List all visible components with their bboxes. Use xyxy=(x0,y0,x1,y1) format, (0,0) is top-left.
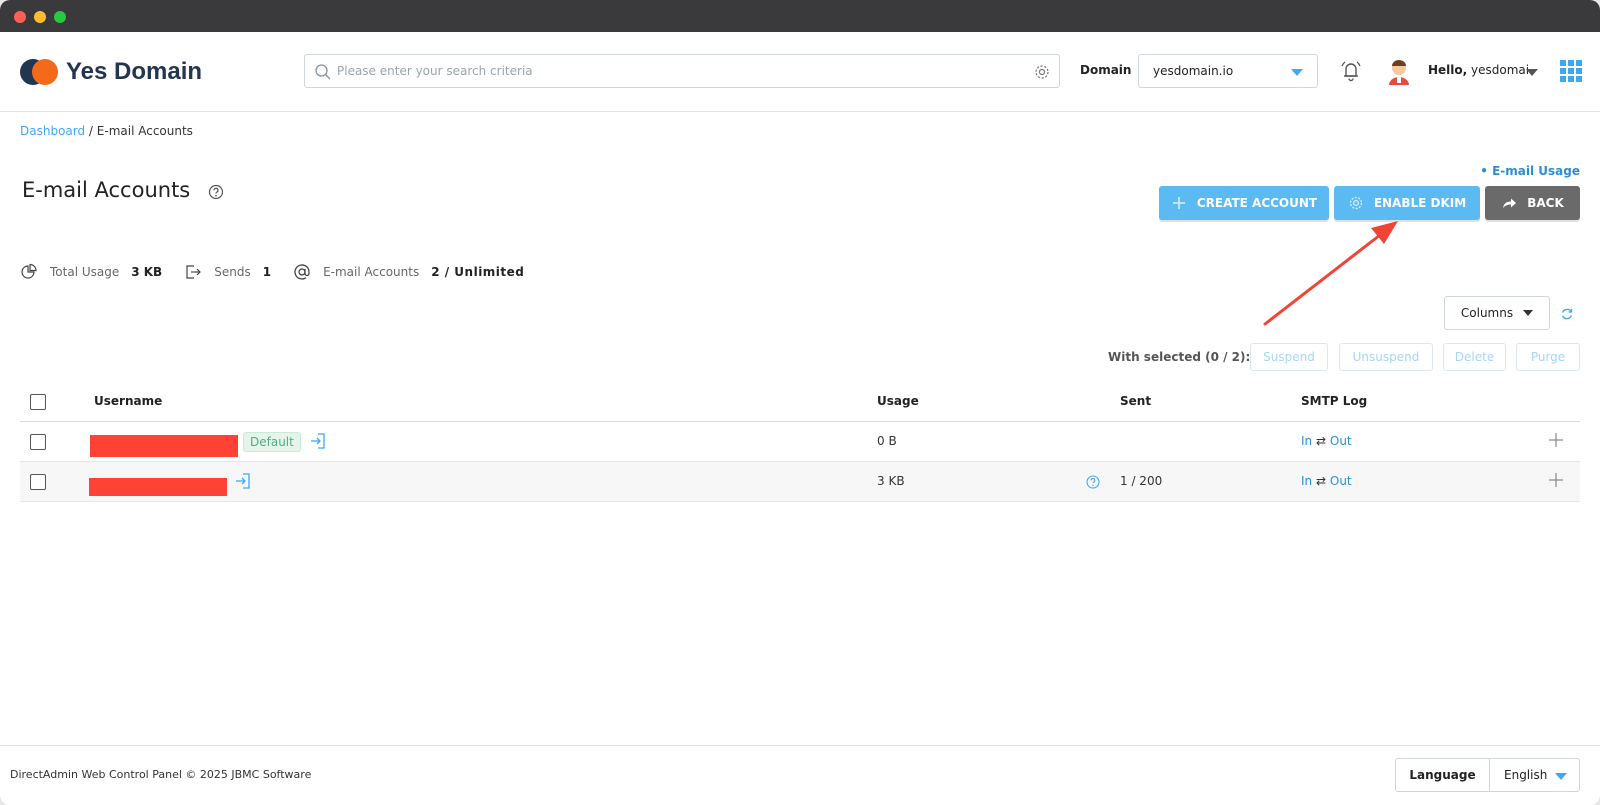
close-window-button[interactable] xyxy=(14,11,26,23)
login-icon[interactable] xyxy=(309,432,327,450)
smtp-in-link[interactable]: In xyxy=(1301,474,1312,488)
user-avatar-icon[interactable] xyxy=(1384,56,1414,86)
language-selector[interactable]: Language English xyxy=(1395,758,1580,792)
stat-email-accounts: E-mail Accounts 2 / Unlimited xyxy=(293,263,524,281)
sign-out-icon xyxy=(186,265,202,279)
delete-button[interactable]: Delete xyxy=(1443,343,1506,371)
language-value[interactable]: English xyxy=(1490,759,1579,791)
language-selected-text: English xyxy=(1504,768,1548,782)
usage-cell: 3 KB xyxy=(877,474,905,488)
smtp-log-separator: ⇄ xyxy=(1315,434,1327,448)
login-icon[interactable] xyxy=(234,472,252,490)
columns-dropdown-button[interactable]: Columns xyxy=(1444,296,1550,330)
domain-selected-value: yesdomain.io xyxy=(1153,64,1234,78)
breadcrumb-dashboard-link[interactable]: Dashboard xyxy=(20,124,85,138)
gear-icon xyxy=(1349,196,1362,210)
page-title: E-mail Accounts xyxy=(22,178,191,202)
purge-button[interactable]: Purge xyxy=(1516,343,1580,371)
maximize-window-button[interactable] xyxy=(54,11,66,23)
redacted-username[interactable] xyxy=(89,478,227,496)
stat-total-usage: Total Usage 3 KB xyxy=(20,263,162,281)
smtp-log-cell: In ⇄ Out xyxy=(1301,434,1352,448)
username-text: yesdomai xyxy=(1471,63,1530,77)
pie-chart-icon xyxy=(21,263,37,279)
plus-icon xyxy=(1172,197,1185,209)
breadcrumb-separator: / xyxy=(85,124,97,138)
brand-logo[interactable]: Yes Domain xyxy=(20,57,202,87)
back-button[interactable]: BACK xyxy=(1485,186,1580,220)
top-header: Yes Domain Domain yesdomain.io Hello, ye… xyxy=(0,32,1600,112)
help-icon[interactable] xyxy=(208,184,224,200)
smtp-log-column-header: SMTP Log xyxy=(1301,394,1368,408)
breadcrumb: Dashboard / E-mail Accounts xyxy=(20,124,193,138)
unsuspend-button[interactable]: Unsuspend xyxy=(1339,343,1433,371)
search-settings-icon[interactable] xyxy=(1033,63,1051,81)
table-header: Username Usage Sent SMTP Log xyxy=(20,382,1580,422)
language-label: Language xyxy=(1396,759,1490,791)
email-accounts-table: Username Usage Sent SMTP Log Default 0 B… xyxy=(20,382,1580,502)
question-circle-icon[interactable] xyxy=(1086,475,1100,489)
sends-label: Sends xyxy=(214,265,251,279)
email-usage-link[interactable]: • E-mail Usage xyxy=(1480,164,1580,178)
suspend-button[interactable]: Suspend xyxy=(1250,343,1328,371)
usage-column-header[interactable]: Usage xyxy=(877,394,919,408)
sends-value: 1 xyxy=(262,265,272,279)
email-accounts-label: E-mail Accounts xyxy=(323,265,420,279)
create-account-label: CREATE ACCOUNT xyxy=(1196,196,1318,210)
columns-label: Columns xyxy=(1460,306,1514,320)
sent-cell: 1 / 200 xyxy=(1120,474,1163,488)
expand-row-icon[interactable] xyxy=(1548,432,1564,448)
enable-dkim-button[interactable]: ENABLE DKIM xyxy=(1334,186,1480,220)
notification-bell-icon[interactable] xyxy=(1338,58,1364,84)
search-input[interactable] xyxy=(337,56,1017,86)
smtp-log-separator: ⇄ xyxy=(1315,474,1327,488)
select-all-checkbox[interactable] xyxy=(30,394,46,410)
email-accounts-value: 2 / Unlimited xyxy=(431,265,525,279)
user-menu-chevron-icon[interactable] xyxy=(1526,69,1538,76)
row-checkbox[interactable] xyxy=(30,434,46,450)
domain-label: Domain xyxy=(1080,63,1132,77)
redacted-username[interactable] xyxy=(90,435,238,457)
table-row: Default 0 B In ⇄ Out xyxy=(20,422,1580,462)
share-arrow-icon xyxy=(1503,198,1517,208)
smtp-out-link[interactable]: Out xyxy=(1330,474,1352,488)
search-icon xyxy=(315,64,331,80)
footer-copyright: DirectAdmin Web Control Panel © 2025 JBM… xyxy=(10,768,312,781)
smtp-log-cell: In ⇄ Out xyxy=(1301,474,1352,488)
apps-grid-icon[interactable] xyxy=(1560,60,1582,82)
usage-cell: 0 B xyxy=(877,434,897,448)
caret-down-icon xyxy=(1523,310,1534,316)
browser-window: Yes Domain Domain yesdomain.io Hello, ye… xyxy=(0,0,1600,805)
expand-row-icon[interactable] xyxy=(1548,472,1564,488)
logo-icon xyxy=(20,59,58,85)
minimize-window-button[interactable] xyxy=(34,11,46,23)
user-greeting[interactable]: Hello, yesdomai xyxy=(1428,63,1529,77)
total-usage-value: 3 KB xyxy=(131,265,163,279)
window-titlebar xyxy=(0,0,1600,32)
username-column-header[interactable]: Username xyxy=(94,394,162,408)
back-label: BACK xyxy=(1527,196,1564,210)
stat-sends: Sends 1 xyxy=(184,263,271,281)
domain-select[interactable]: yesdomain.io xyxy=(1138,54,1318,88)
smtp-in-link[interactable]: In xyxy=(1301,434,1312,448)
with-selected-label: With selected (0 / 2): xyxy=(1108,350,1251,364)
table-row: 3 KB 1 / 200 In ⇄ Out xyxy=(20,462,1580,502)
page-footer: DirectAdmin Web Control Panel © 2025 JBM… xyxy=(0,745,1600,805)
at-sign-icon xyxy=(294,264,310,280)
default-badge: Default xyxy=(243,432,301,452)
total-usage-label: Total Usage xyxy=(50,265,120,279)
usage-stats: Total Usage 3 KB Sends 1 E-mail Accounts… xyxy=(20,262,546,282)
enable-dkim-label: ENABLE DKIM xyxy=(1373,196,1467,210)
brand-name: Yes Domain xyxy=(66,58,203,85)
sent-column-header[interactable]: Sent xyxy=(1120,394,1151,408)
chevron-down-icon xyxy=(1555,773,1567,780)
row-checkbox[interactable] xyxy=(30,474,46,490)
breadcrumb-current: E-mail Accounts xyxy=(96,124,193,138)
search-box xyxy=(304,54,1060,88)
refresh-icon[interactable] xyxy=(1560,307,1574,321)
chevron-down-icon xyxy=(1291,69,1303,76)
create-account-button[interactable]: CREATE ACCOUNT xyxy=(1159,186,1329,220)
greeting-text: Hello, xyxy=(1428,63,1468,77)
smtp-out-link[interactable]: Out xyxy=(1330,434,1352,448)
